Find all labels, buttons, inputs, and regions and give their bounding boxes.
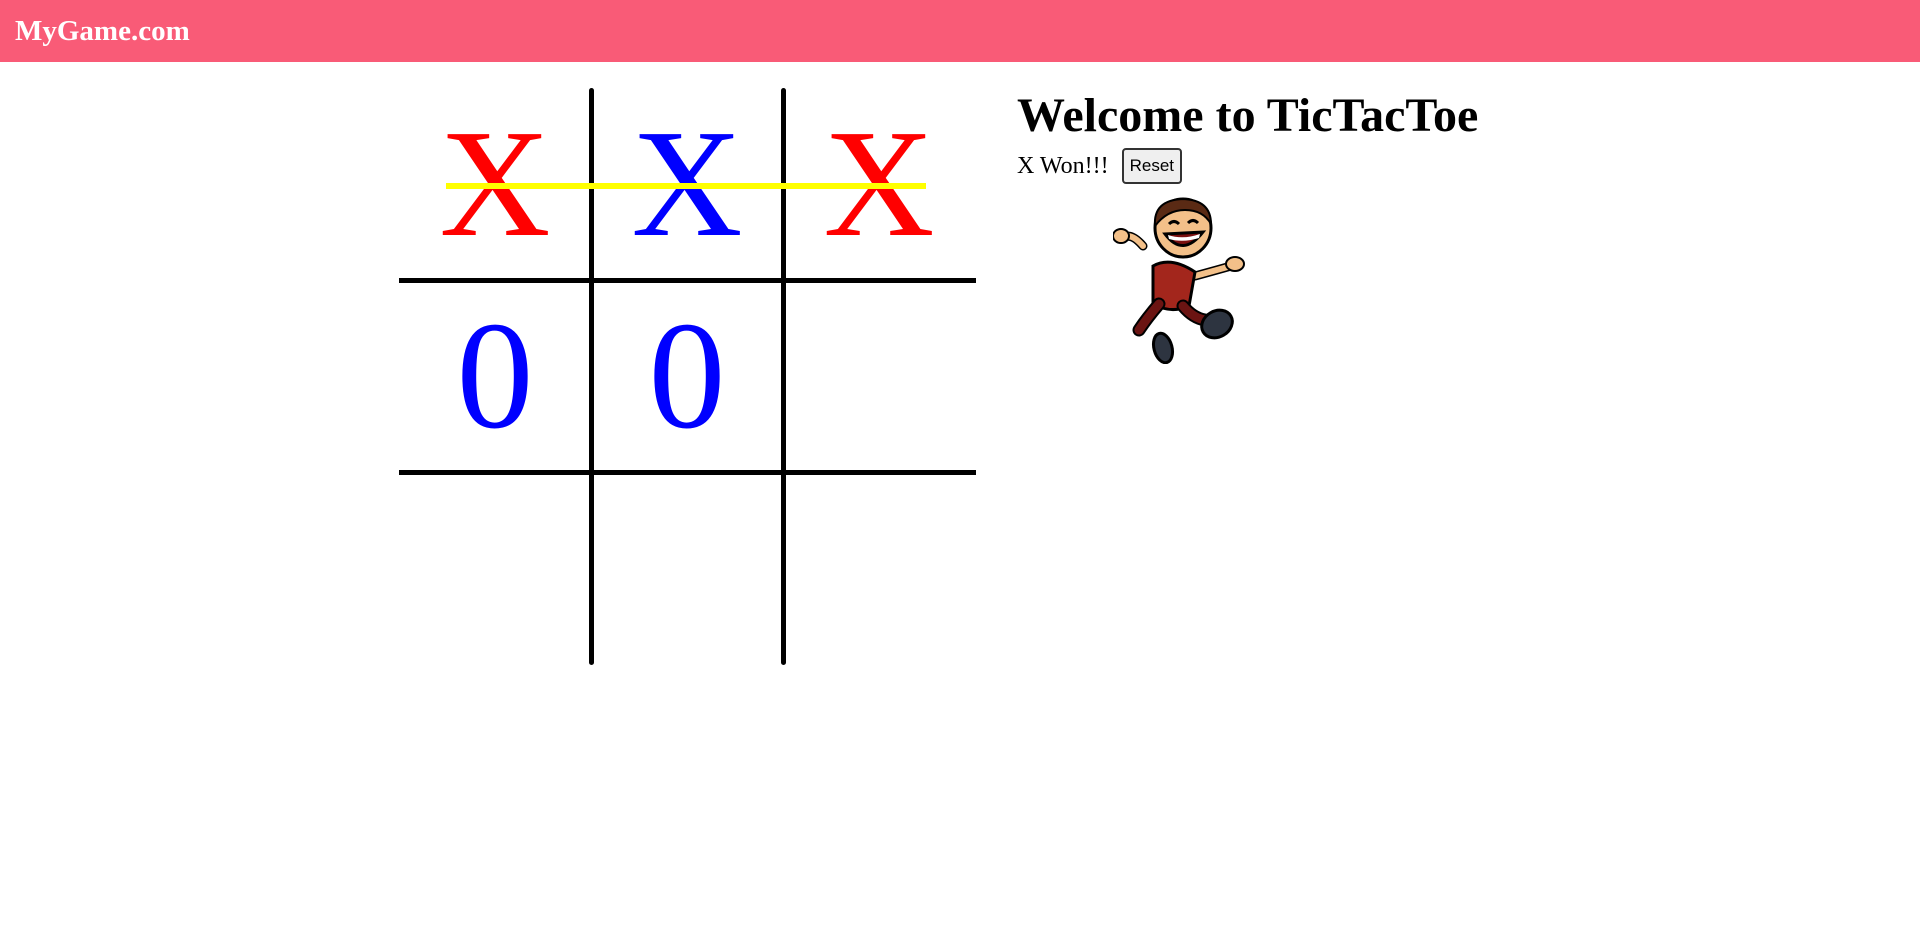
tictactoe-board: X X X 0 0 bbox=[399, 88, 976, 665]
navbar: MyGame.com bbox=[0, 0, 1920, 62]
status-row: X Won!!! Reset bbox=[1017, 148, 1183, 184]
page-title: Welcome to TicTacToe bbox=[1017, 89, 1479, 142]
brand-link[interactable]: MyGame.com bbox=[15, 12, 190, 50]
grid-line-vertical bbox=[589, 88, 594, 665]
game-info: Welcome to TicTacToe bbox=[1017, 88, 1478, 144]
board-cell-4[interactable]: 0 bbox=[399, 280, 591, 472]
grid-line-horizontal bbox=[399, 470, 976, 475]
board-cell-6[interactable] bbox=[783, 280, 975, 472]
celebration-kid-image bbox=[1113, 197, 1245, 364]
board-cell-5[interactable]: 0 bbox=[591, 280, 783, 472]
cell-mark: 0 bbox=[456, 291, 534, 461]
cell-mark: 0 bbox=[648, 291, 726, 461]
game-status: X Won!!! bbox=[1017, 152, 1109, 179]
board-cell-8[interactable] bbox=[591, 472, 783, 664]
winning-strike-line bbox=[446, 183, 926, 189]
reset-button[interactable]: Reset bbox=[1121, 148, 1183, 184]
board-cell-7[interactable] bbox=[399, 472, 591, 664]
board-cell-9[interactable] bbox=[783, 472, 975, 664]
grid-line-vertical bbox=[781, 88, 786, 665]
grid-line-horizontal bbox=[399, 278, 976, 283]
